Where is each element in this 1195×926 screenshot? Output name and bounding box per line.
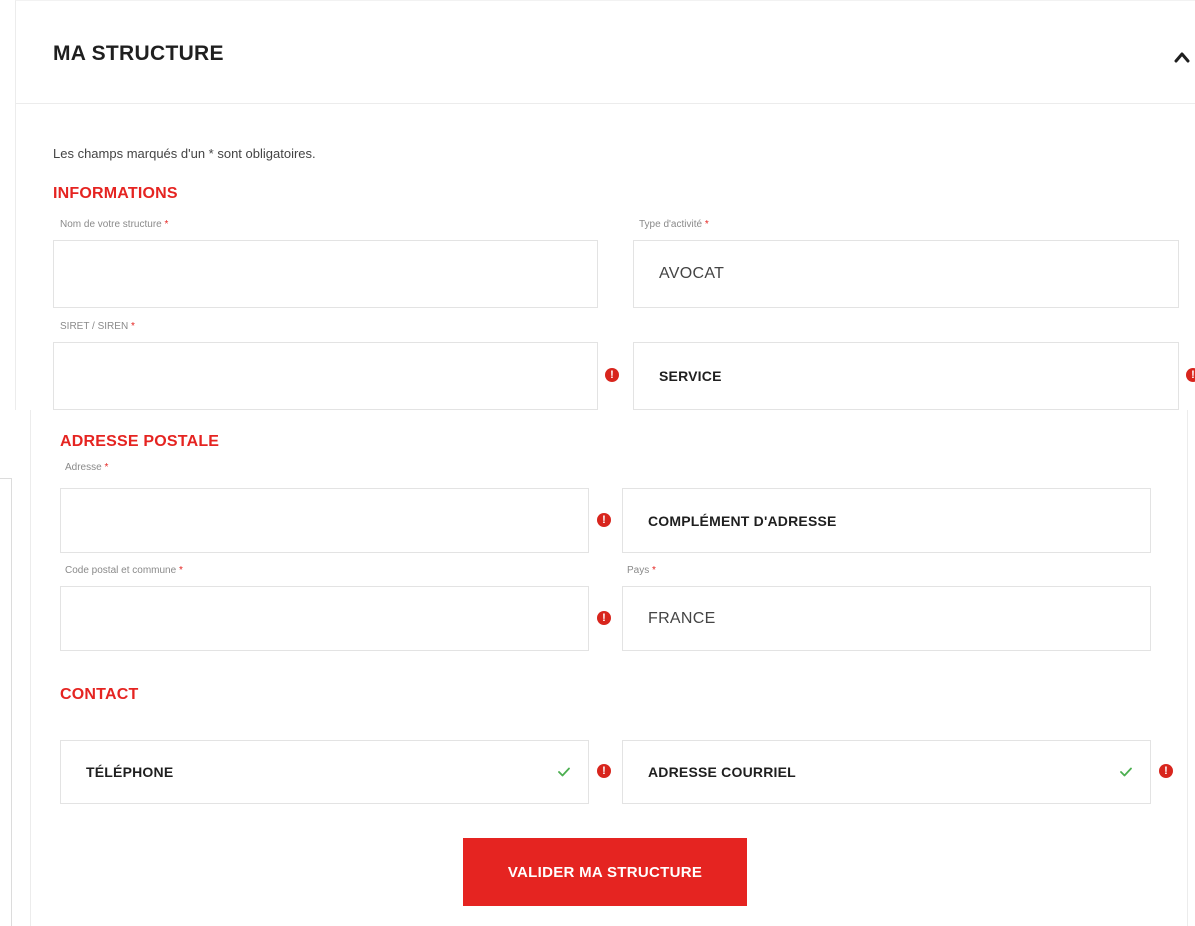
activity-type-value: AVOCAT bbox=[659, 265, 725, 282]
country-label: Pays * bbox=[627, 565, 656, 576]
siret-input[interactable] bbox=[79, 366, 572, 386]
address-field[interactable] bbox=[60, 488, 589, 553]
section-title-postal-address: ADRESSE POSTALE bbox=[60, 433, 220, 450]
zip-city-label: Code postal et commune * bbox=[65, 565, 183, 576]
email-placeholder: ADRESSE COURRIEL bbox=[648, 764, 796, 780]
required-fields-hint: Les champs marqués d'un * sont obligatoi… bbox=[53, 146, 316, 161]
panel-border bbox=[15, 104, 16, 410]
structure-name-input[interactable] bbox=[79, 264, 572, 284]
address-error-icon: ! bbox=[597, 513, 611, 527]
address-label: Adresse * bbox=[65, 462, 109, 473]
panel-title: MA STRUCTURE bbox=[53, 42, 224, 65]
phone-valid-check-icon bbox=[558, 767, 570, 777]
section-title-informations: INFORMATIONS bbox=[53, 185, 178, 202]
siret-error-icon: ! bbox=[605, 368, 619, 382]
chevron-up-icon[interactable] bbox=[1174, 50, 1190, 64]
section-title-contact: CONTACT bbox=[60, 686, 139, 703]
side-panel-edge bbox=[0, 478, 12, 926]
address-complement-field[interactable]: COMPLÉMENT D'ADRESSE bbox=[622, 488, 1151, 553]
siret-label: SIRET / SIREN * bbox=[60, 321, 135, 332]
country-select[interactable]: FRANCE bbox=[622, 586, 1151, 651]
service-error-icon: ! bbox=[1186, 368, 1195, 382]
zip-city-field[interactable] bbox=[60, 586, 589, 651]
structure-name-field[interactable] bbox=[53, 240, 598, 308]
address-complement-placeholder: COMPLÉMENT D'ADRESSE bbox=[648, 512, 837, 529]
service-field[interactable]: SERVICE bbox=[633, 342, 1179, 410]
phone-error-icon: ! bbox=[597, 764, 611, 778]
email-error-icon: ! bbox=[1159, 764, 1173, 778]
validate-structure-button[interactable]: VALIDER MA STRUCTURE bbox=[463, 838, 747, 906]
siret-field[interactable] bbox=[53, 342, 598, 410]
email-valid-check-icon bbox=[1120, 767, 1132, 777]
activity-type-label: Type d'activité * bbox=[639, 219, 709, 230]
country-value: FRANCE bbox=[648, 609, 716, 627]
phone-placeholder: TÉLÉPHONE bbox=[86, 764, 174, 780]
service-placeholder: SERVICE bbox=[659, 368, 722, 384]
zip-city-error-icon: ! bbox=[597, 611, 611, 625]
phone-field[interactable]: TÉLÉPHONE bbox=[60, 740, 589, 804]
activity-type-select[interactable]: AVOCAT bbox=[633, 240, 1179, 308]
email-field[interactable]: ADRESSE COURRIEL bbox=[622, 740, 1151, 804]
address-input[interactable] bbox=[86, 511, 563, 530]
structure-name-label: Nom de votre structure * bbox=[60, 219, 169, 230]
zip-city-input[interactable] bbox=[86, 609, 563, 628]
